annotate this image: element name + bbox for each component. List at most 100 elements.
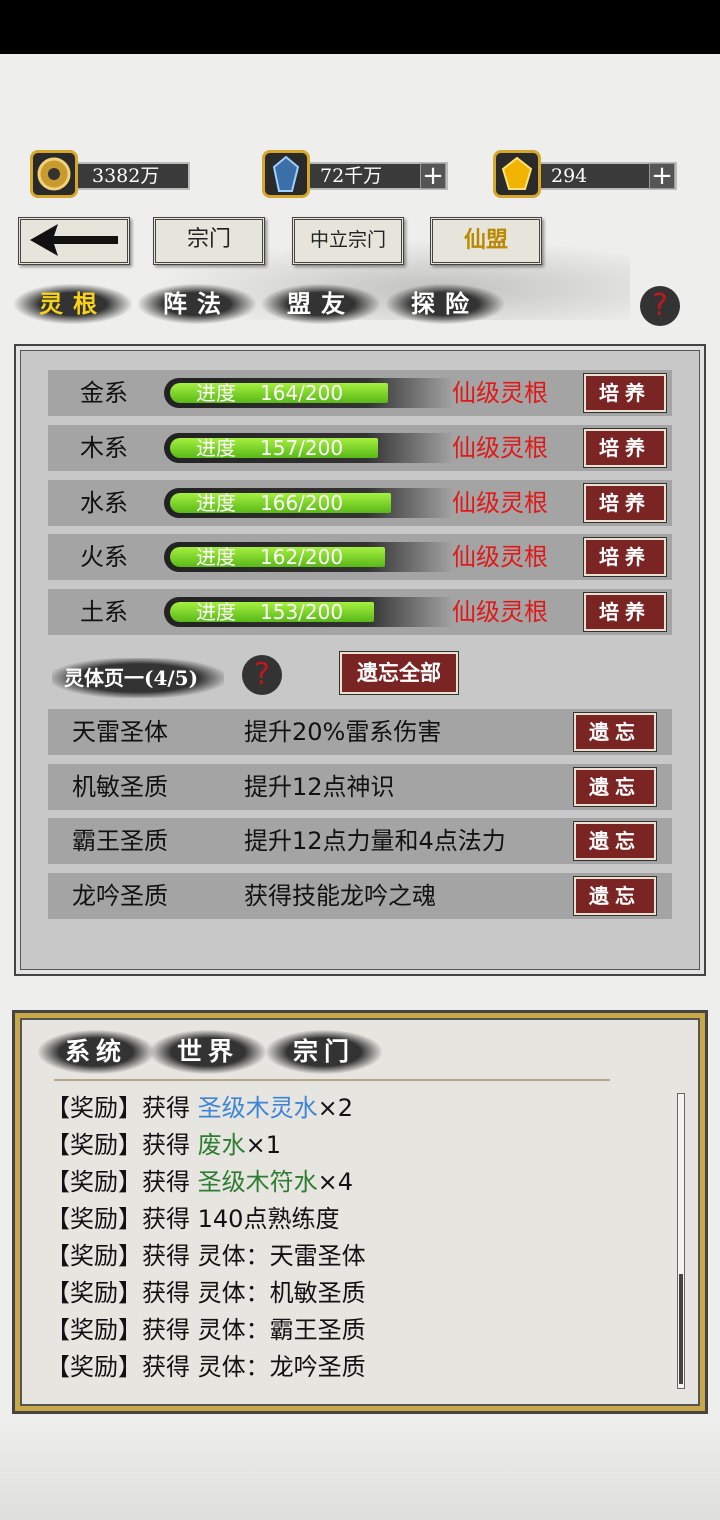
tab-ally[interactable]: 盟友	[262, 284, 380, 324]
body-help-icon[interactable]: ?	[242, 655, 282, 695]
chat-line: 【奖励】获得 圣级木灵水×2	[46, 1090, 606, 1127]
forget-button[interactable]: 遗忘	[574, 822, 656, 860]
progress-label: 进度	[196, 545, 236, 569]
progress-bar: 进度 166/200	[164, 488, 454, 518]
chat-line: 【奖励】获得 灵体：机敏圣质	[46, 1275, 606, 1312]
talent-row: 霸王圣质 提升12点力量和4点法力 遗忘	[48, 818, 672, 864]
tab-sect-chat[interactable]: 宗门	[266, 1030, 382, 1074]
root-grade: 仙级灵根	[452, 489, 548, 517]
progress-label: 进度	[196, 600, 236, 624]
progress-value: 157/200	[260, 436, 344, 460]
progress-bar: 进度 157/200	[164, 433, 454, 463]
progress-value: 164/200	[260, 381, 344, 405]
chat-item: 废水	[197, 1131, 246, 1159]
cultivate-button[interactable]: 培养	[584, 429, 666, 467]
arrow-left-icon	[30, 224, 118, 256]
cultivate-button[interactable]: 培养	[584, 593, 666, 631]
chat-scrollbar[interactable]	[677, 1093, 685, 1389]
root-grade: 仙级灵根	[452, 598, 548, 626]
chat-item: 圣级木灵水	[197, 1094, 318, 1122]
blue-crystal-icon	[262, 150, 310, 198]
progress-value: 166/200	[260, 491, 344, 515]
background-mist	[0, 1420, 720, 1520]
chat-line: 【奖励】获得 灵体：霸王圣质	[46, 1312, 606, 1349]
gold-gem-icon	[493, 150, 541, 198]
forget-button[interactable]: 遗忘	[574, 877, 656, 915]
chat-suffix: 灵体：龙吟圣质	[197, 1353, 366, 1381]
root-grade: 仙级灵根	[452, 434, 548, 462]
talent-name: 天雷圣体	[72, 718, 168, 746]
chat-suffix: 灵体：机敏圣质	[197, 1279, 366, 1307]
chat-prefix: 【奖励】获得	[46, 1205, 198, 1233]
progress-bar: 进度 153/200	[164, 597, 454, 627]
resource-gem: 294 +	[493, 150, 679, 202]
forget-button[interactable]: 遗忘	[574, 713, 656, 751]
chat-line: 【奖励】获得 灵体：天雷圣体	[46, 1238, 606, 1275]
progress-label: 进度	[196, 381, 236, 405]
talent-row: 机敏圣质 提升12点神识 遗忘	[48, 764, 672, 810]
cultivate-button[interactable]: 培养	[584, 538, 666, 576]
chat-suffix: 灵体：天雷圣体	[197, 1242, 366, 1270]
root-name: 土系	[80, 598, 128, 626]
talent-name: 龙吟圣质	[72, 882, 168, 910]
resource-crystal: 72千万 +	[262, 150, 452, 202]
progress-label: 进度	[196, 491, 236, 515]
chat-line: 【奖励】获得 圣级木符水×4	[46, 1164, 606, 1201]
forget-button[interactable]: 遗忘	[574, 768, 656, 806]
root-row: 水系 进度 166/200 仙级灵根 培养	[48, 480, 672, 526]
resource-coin: 3382万	[30, 150, 192, 202]
chat-line: 【奖励】获得 废水×1	[46, 1127, 606, 1164]
tab-world[interactable]: 世界	[150, 1030, 266, 1074]
root-name: 水系	[80, 489, 128, 517]
cultivate-button[interactable]: 培养	[584, 484, 666, 522]
spirit-body-title: 灵体页一(4/5)	[52, 658, 224, 698]
chat-prefix: 【奖励】获得	[46, 1353, 198, 1381]
sect-button[interactable]: 宗门	[153, 217, 265, 265]
root-row: 土系 进度 153/200 仙级灵根 培养	[48, 589, 672, 635]
chat-scroll-thumb[interactable]	[679, 1274, 683, 1384]
chat-prefix: 【奖励】获得	[46, 1242, 198, 1270]
alliance-button[interactable]: 仙盟	[430, 217, 542, 265]
add-crystal-button[interactable]: +	[420, 163, 446, 189]
add-gem-button[interactable]: +	[649, 163, 675, 189]
talent-name: 霸王圣质	[72, 827, 168, 855]
root-row: 金系 进度 164/200 仙级灵根 培养	[48, 370, 672, 416]
chat-suffix: 灵体：霸王圣质	[197, 1316, 366, 1344]
chat-prefix: 【奖励】获得	[46, 1094, 198, 1122]
chat-prefix: 【奖励】获得	[46, 1316, 198, 1344]
tab-spirit-root[interactable]: 灵根	[14, 284, 132, 324]
progress-value: 162/200	[260, 545, 344, 569]
progress-label: 进度	[196, 436, 236, 460]
talent-desc: 获得技能龙吟之魂	[244, 882, 436, 910]
cultivate-button[interactable]: 培养	[584, 374, 666, 412]
talent-row: 龙吟圣质 获得技能龙吟之魂 遗忘	[48, 873, 672, 919]
talent-name: 机敏圣质	[72, 773, 168, 801]
coin-icon	[30, 150, 78, 198]
forget-all-button[interactable]: 遗忘全部	[340, 652, 458, 694]
chat-suffix: ×4	[317, 1168, 354, 1196]
progress-bar: 进度 162/200	[164, 542, 454, 572]
progress-value: 153/200	[260, 600, 344, 624]
chat-suffix: ×2	[317, 1094, 354, 1122]
status-bar	[0, 0, 720, 54]
chat-divider	[54, 1079, 610, 1081]
tab-formation[interactable]: 阵法	[138, 284, 256, 324]
chat-prefix: 【奖励】获得	[46, 1131, 198, 1159]
chat-suffix: ×1	[245, 1131, 282, 1159]
talent-desc: 提升12点力量和4点法力	[244, 827, 506, 855]
tab-system[interactable]: 系统	[38, 1030, 154, 1074]
talent-desc: 提升20%雷系伤害	[244, 718, 442, 746]
back-button[interactable]	[18, 217, 130, 265]
chat-item: 圣级木符水	[197, 1168, 318, 1196]
root-grade: 仙级灵根	[452, 543, 548, 571]
tab-explore[interactable]: 探险	[386, 284, 504, 324]
root-grade: 仙级灵根	[452, 379, 548, 407]
neutral-sect-button[interactable]: 中立宗门	[292, 217, 404, 265]
root-row: 木系 进度 157/200 仙级灵根 培养	[48, 425, 672, 471]
chat-suffix: 140点熟练度	[197, 1205, 340, 1233]
chat-prefix: 【奖励】获得	[46, 1279, 198, 1307]
root-name: 金系	[80, 379, 128, 407]
help-icon[interactable]: ?	[640, 286, 680, 326]
chat-line: 【奖励】获得 灵体：龙吟圣质	[46, 1349, 606, 1386]
chat-prefix: 【奖励】获得	[46, 1168, 198, 1196]
